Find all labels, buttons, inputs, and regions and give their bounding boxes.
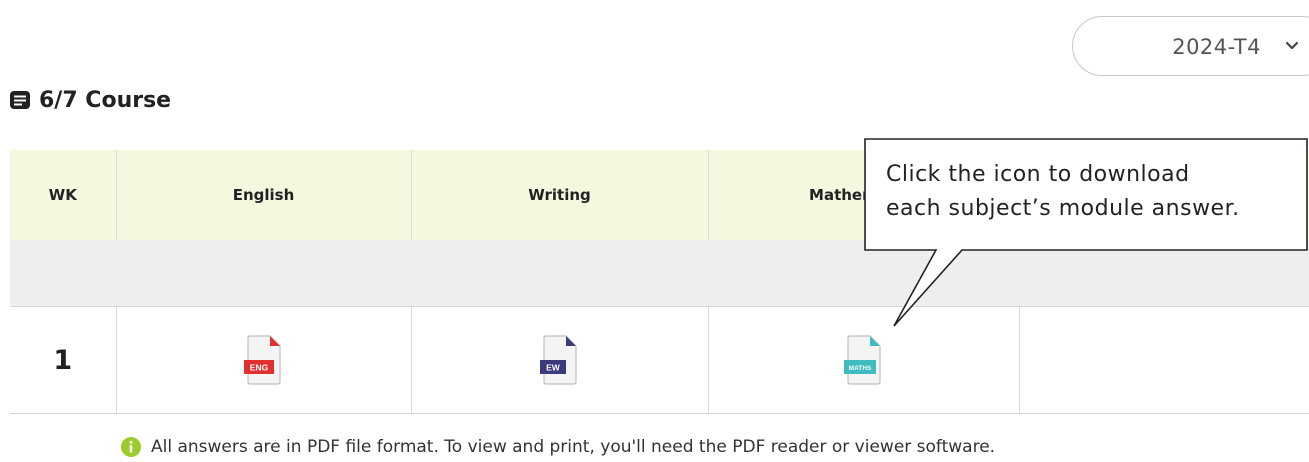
- course-heading: 6/7 Course: [10, 84, 171, 116]
- maths-pdf-icon[interactable]: MATHS: [843, 334, 884, 386]
- writing-badge-text: EW: [546, 363, 561, 373]
- english-badge-text: ENG: [249, 363, 268, 373]
- header-english: English: [116, 150, 412, 240]
- term-select[interactable]: 2024-T4: [1072, 16, 1309, 76]
- info-icon: [121, 437, 141, 457]
- writing-cell: EW: [411, 306, 709, 414]
- tooltip-callout: Click the icon to download each subject’…: [864, 138, 1308, 328]
- tooltip-line-2: each subject’s module answer.: [886, 196, 1240, 221]
- list-icon: [10, 91, 30, 109]
- english-pdf-icon[interactable]: ENG: [243, 334, 284, 386]
- header-writing: Writing: [411, 150, 709, 240]
- english-cell: ENG: [116, 306, 412, 414]
- pdf-note: All answers are in PDF file format. To v…: [121, 437, 995, 457]
- tooltip-line-1: Click the icon to download: [886, 162, 1190, 187]
- pdf-note-text: All answers are in PDF file format. To v…: [151, 437, 996, 457]
- course-title: 6/7 Course: [39, 87, 172, 113]
- writing-pdf-icon[interactable]: EW: [539, 334, 580, 386]
- tooltip-text: Click the icon to download each subject’…: [886, 158, 1306, 226]
- maths-badge-text: MATHS: [848, 365, 871, 372]
- week-number: 1: [53, 344, 73, 376]
- wk-cell: 1: [10, 306, 117, 414]
- header-wk: WK: [10, 150, 117, 240]
- chevron-down-icon: [1285, 41, 1299, 50]
- term-select-value: 2024-T4: [1172, 35, 1261, 59]
